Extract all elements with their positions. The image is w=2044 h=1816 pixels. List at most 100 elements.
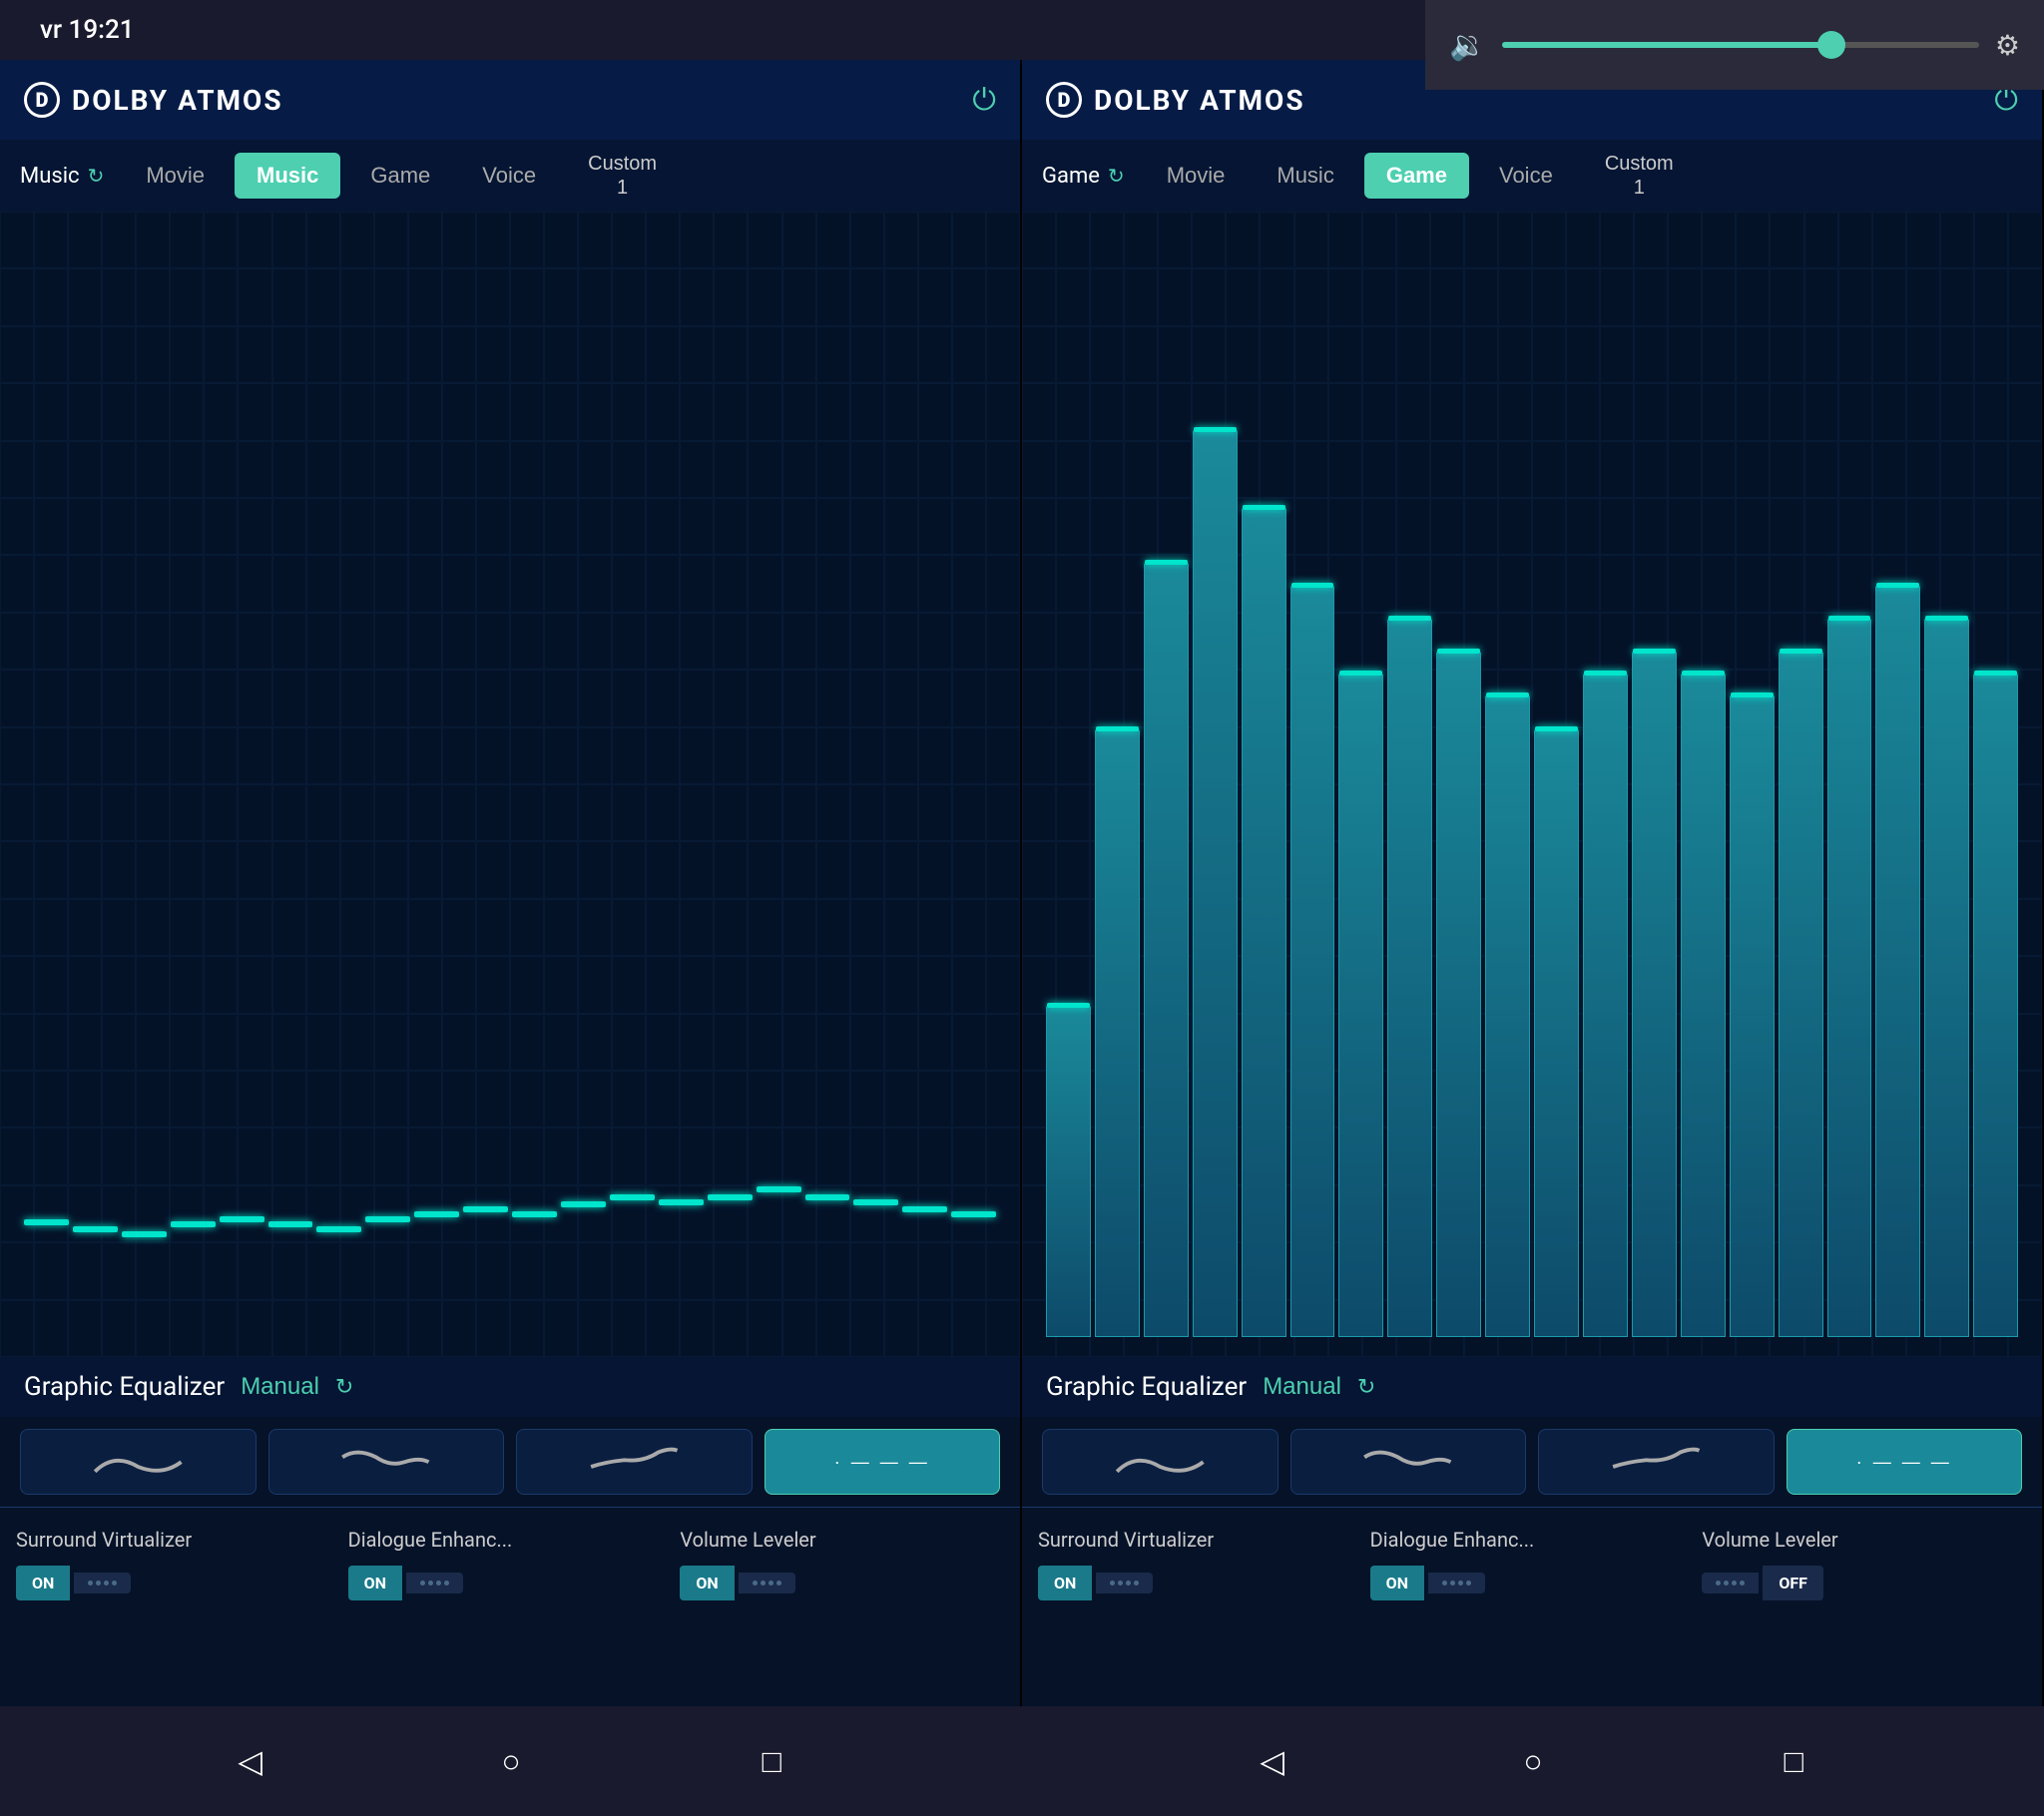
left-volume-label: Volume Leveler [680,1528,815,1552]
left-surround-dots[interactable] [74,1573,131,1593]
left-tab-voice[interactable]: Voice [460,153,558,199]
left-surround-toggle[interactable]: ON [16,1566,131,1600]
eq-bar-col-15 [1779,231,1823,1337]
left-tab-movie[interactable]: Movie [124,153,227,199]
eq-bar-col-0 [24,231,69,1337]
left-preset-treble[interactable] [516,1429,753,1495]
right-eq-visualizer [1022,212,2042,1357]
nav-bar: ◁ ○ □ ◁ ○ □ [0,1706,2044,1816]
eq-bar-col-7 [1387,231,1432,1337]
right-eq-label-row: Graphic Equalizer Manual ↻ [1022,1357,2042,1417]
right-preset-manual[interactable]: · — — — [1787,1429,2023,1495]
right-tab-music[interactable]: Music [1255,153,1355,199]
eq-bar-col-4 [220,231,264,1337]
right-eq-mode-button[interactable]: Manual [1263,1373,1341,1401]
right-volume-toggle[interactable]: OFF [1702,1566,1823,1600]
eq-bar-col-1 [1095,231,1140,1337]
right-dialogue-dots[interactable] [1428,1573,1485,1593]
left-panel: D DOLBY ATMOS ⏻ Music ↻ Movie Music Game… [0,60,1022,1706]
left-volume-toggle[interactable]: ON [680,1566,794,1600]
left-volume-dots[interactable] [739,1573,795,1593]
right-tab-game[interactable]: Game [1364,153,1469,199]
right-preset-row: · — — — [1022,1417,2042,1507]
right-dolby-title: DOLBY ATMOS [1094,84,1305,117]
right-tab-movie[interactable]: Movie [1145,153,1248,199]
left-back-button[interactable]: ◁ [221,1731,280,1791]
eq-bar-col-6 [1338,231,1383,1337]
right-dialogue-on[interactable]: ON [1370,1566,1424,1600]
eq-bar-col-8 [1436,231,1481,1337]
eq-bar-col-2 [122,231,167,1337]
eq-bar-col-4 [1242,231,1286,1337]
eq-bar-col-12 [1632,231,1677,1337]
status-bar: vr 19:21 🔉 ⚙ ⏰ ▲ 📶 🔋 [0,0,2044,60]
eq-bar-col-18 [902,231,947,1337]
right-volume-dots[interactable] [1702,1573,1759,1593]
left-tab-custom[interactable]: Custom1 [566,142,679,210]
eq-bar-col-16 [805,231,850,1337]
eq-bar-col-5 [268,231,313,1337]
right-volume-off[interactable]: OFF [1763,1566,1823,1600]
eq-bar-col-8 [414,231,459,1337]
left-dialogue-dots[interactable] [406,1573,463,1593]
left-mode-label: Music ↻ [20,164,104,189]
right-eq-label: Graphic Equalizer [1046,1372,1247,1402]
eq-bar-col-16 [1827,231,1872,1337]
eq-bar-col-12 [610,231,655,1337]
right-dialogue-label: Dialogue Enhanc... [1370,1528,1535,1552]
right-manual-label: · — — — [1856,1452,1952,1473]
left-eq-reset-icon[interactable]: ↻ [335,1375,353,1400]
eq-bar-col-11 [561,231,606,1337]
right-home-button[interactable]: ○ [1503,1731,1563,1791]
right-mode-refresh-icon[interactable]: ↻ [1108,164,1125,188]
eq-bar-col-10 [1534,231,1579,1337]
volume-slider[interactable] [1502,42,1979,48]
right-preset-bass[interactable] [1290,1429,1527,1495]
right-surround-dots[interactable] [1096,1573,1153,1593]
right-eq-bars [1032,222,2032,1347]
left-mode-refresh-icon[interactable]: ↻ [88,164,105,188]
eq-bar-col-13 [1681,231,1726,1337]
right-surround-toggle[interactable]: ON [1038,1566,1153,1600]
volume-thumb[interactable] [1817,31,1845,59]
left-preset-flat[interactable] [20,1429,256,1495]
right-preset-treble[interactable] [1538,1429,1775,1495]
volume-fill [1502,42,1826,48]
left-surround-on[interactable]: ON [16,1566,70,1600]
left-volume-on[interactable]: ON [680,1566,734,1600]
left-tabs-bar: Music ↻ Movie Music Game Voice Custom1 [0,140,1020,212]
left-eq-mode-button[interactable]: Manual [241,1373,319,1401]
left-dialogue-on[interactable]: ON [348,1566,402,1600]
eq-settings-icon[interactable]: ⚙ [1995,29,2020,62]
right-tab-custom[interactable]: Custom1 [1583,142,1696,210]
eq-bar-col-2 [1144,231,1189,1337]
right-mode-label: Game ↻ [1042,164,1125,189]
right-feature-volume: Volume Leveler OFF [1702,1528,2026,1600]
left-dolby-title: DOLBY ATMOS [72,84,283,117]
right-eq-reset-icon[interactable]: ↻ [1357,1375,1375,1400]
left-dialogue-toggle[interactable]: ON [348,1566,463,1600]
left-preset-bass[interactable] [268,1429,505,1495]
dolby-d-icon: D [24,82,60,118]
left-preset-manual[interactable]: · — — — [765,1429,1001,1495]
left-preset-row: · — — — [0,1417,1020,1507]
volume-overlay[interactable]: 🔉 ⚙ [1425,0,2044,90]
left-tab-game[interactable]: Game [348,153,452,199]
left-tab-music[interactable]: Music [235,153,340,199]
right-tabs-bar: Game ↻ Movie Music Game Voice Custom1 [1022,140,2042,212]
right-recents-button[interactable]: □ [1764,1731,1823,1791]
right-tab-voice[interactable]: Voice [1477,153,1575,199]
right-preset-flat[interactable] [1042,1429,1278,1495]
right-dialogue-toggle[interactable]: ON [1370,1566,1485,1600]
right-back-button[interactable]: ◁ [1243,1731,1302,1791]
right-surround-on[interactable]: ON [1038,1566,1092,1600]
left-eq-visualizer: // Grid cells will be generated in the p… [0,212,1020,1357]
eq-bar-col-14 [708,231,753,1337]
eq-bar-col-19 [951,231,996,1337]
left-recents-button[interactable]: □ [742,1731,801,1791]
left-home-button[interactable]: ○ [481,1731,541,1791]
left-power-button[interactable]: ⏻ [972,83,996,118]
eq-bar-col-3 [1193,231,1238,1337]
status-time: vr 19:21 [40,15,135,45]
eq-bar-col-9 [1485,231,1530,1337]
